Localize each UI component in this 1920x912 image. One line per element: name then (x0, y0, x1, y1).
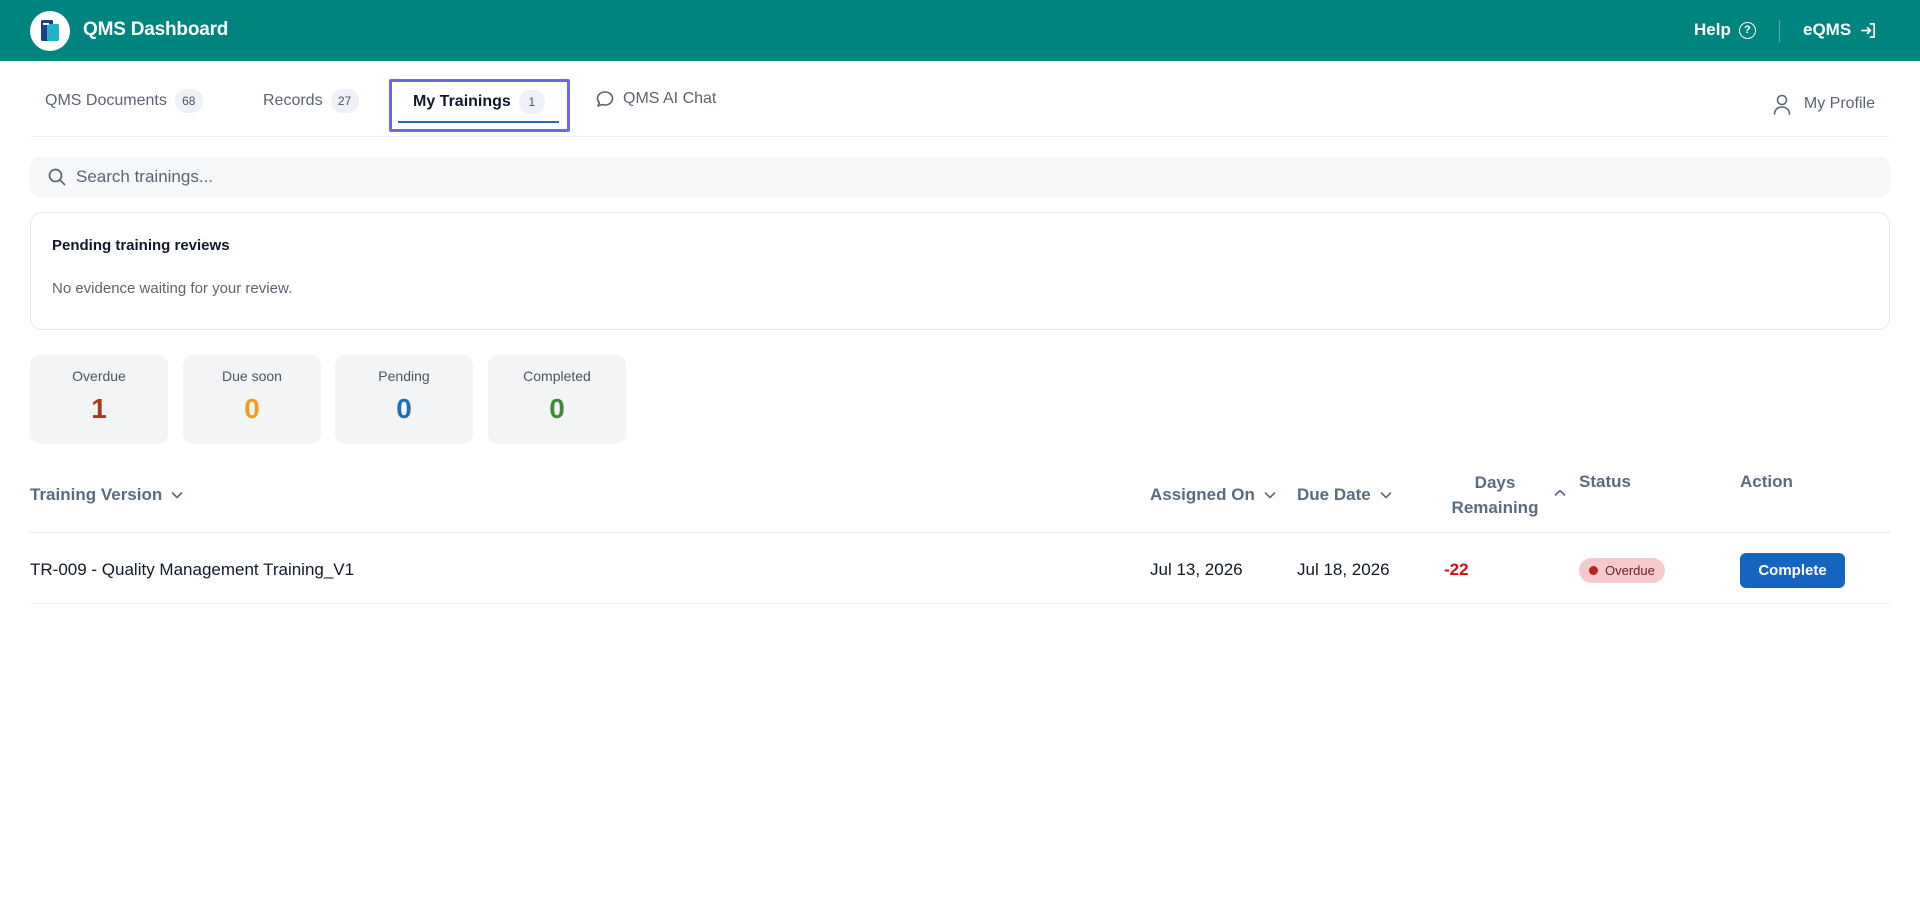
tab-qms-ai-chat[interactable]: QMS AI Chat (595, 89, 716, 109)
complete-button[interactable]: Complete (1740, 553, 1845, 588)
eqms-link[interactable]: eQMS (1803, 20, 1877, 40)
stat-card-due-soon[interactable]: Due soon 0 (183, 355, 321, 444)
stat-value: 0 (549, 393, 565, 424)
stat-card-pending[interactable]: Pending 0 (335, 355, 473, 444)
top-app-bar: QMS Dashboard Help ? eQMS (0, 0, 1920, 61)
help-link[interactable]: Help ? (1694, 20, 1756, 40)
tab-my-trainings[interactable]: My Trainings 1 (389, 79, 570, 132)
cell-assigned-on: Jul 13, 2026 (1150, 560, 1243, 579)
stat-value: 1 (91, 393, 107, 424)
search-bar (30, 157, 1890, 197)
tab-label: QMS Documents (45, 92, 167, 109)
column-header-label-line1: Days (1474, 473, 1516, 492)
column-header-label: Assigned On (1150, 485, 1255, 504)
cell-due-date: Jul 18, 2026 (1297, 560, 1390, 579)
tab-count-badge: 1 (518, 90, 545, 114)
column-header-label: Training Version (30, 485, 163, 504)
chevron-down-icon (1264, 492, 1276, 499)
profile-label: My Profile (1803, 95, 1875, 112)
tab-count-badge: 27 (330, 89, 359, 113)
column-header-training-version[interactable]: Training Version (30, 485, 184, 505)
stat-label: Pending (378, 368, 430, 384)
search-input[interactable] (76, 167, 676, 187)
stat-card-completed[interactable]: Completed 0 (488, 355, 626, 444)
tab-label: Records (263, 92, 323, 109)
table-header-divider (30, 532, 1891, 533)
header-divider (1779, 20, 1780, 42)
column-header-due-date[interactable]: Due Date (1297, 485, 1393, 505)
pending-reviews-title: Pending training reviews (52, 237, 230, 254)
stat-value: 0 (396, 393, 412, 424)
chevron-down-icon (1380, 492, 1391, 499)
tab-qms-documents[interactable]: QMS Documents 68 (45, 89, 203, 113)
active-tab-indicator (398, 121, 559, 123)
chat-bubble-icon (596, 91, 614, 107)
app-logo[interactable] (30, 11, 70, 51)
status-badge: Overdue (1579, 558, 1665, 583)
tab-label: QMS AI Chat (623, 90, 717, 107)
help-label: Help (1694, 20, 1731, 39)
app-title: QMS Dashboard (83, 19, 229, 40)
chevron-down-icon (171, 492, 183, 499)
stat-card-overdue[interactable]: Overdue 1 (30, 355, 168, 444)
tab-count-badge: 68 (174, 89, 203, 113)
column-header-status: Status (1579, 472, 1631, 491)
question-circle-icon: ? (1738, 21, 1756, 39)
column-header-label: Due Date (1297, 485, 1371, 504)
stat-label: Completed (523, 368, 591, 384)
pending-reviews-card: Pending training reviews No evidence wai… (30, 212, 1890, 330)
stat-value: 0 (244, 393, 260, 424)
stat-label: Overdue (72, 368, 126, 384)
tab-records[interactable]: Records 27 (263, 89, 359, 113)
column-header-assigned-on[interactable]: Assigned On (1150, 485, 1277, 505)
table-row-divider (30, 603, 1891, 604)
my-profile-link[interactable]: My Profile (1772, 93, 1875, 115)
tab-label: My Trainings (413, 93, 511, 110)
search-icon (48, 168, 66, 186)
cell-days-remaining: -22 (1444, 560, 1469, 579)
status-badge-label: Overdue (1605, 563, 1655, 578)
user-icon (1773, 94, 1791, 115)
pending-reviews-message: No evidence waiting for your review. (52, 280, 293, 297)
cell-training-version[interactable]: TR-009 - Quality Management Training_V1 (30, 560, 354, 580)
sign-in-icon (1861, 22, 1876, 38)
chevron-up-icon[interactable] (1553, 486, 1567, 500)
logo-icon (41, 20, 59, 41)
column-header-label-line2: Remaining (1451, 498, 1539, 517)
column-header-days-remaining[interactable]: Days Remaining (1430, 470, 1560, 520)
stat-label: Due soon (222, 368, 282, 384)
column-header-action: Action (1740, 472, 1793, 491)
main-tabs: QMS Documents 68 Records 27 My Trainings… (30, 75, 1890, 137)
status-dot-icon (1589, 566, 1598, 575)
eqms-label: eQMS (1803, 20, 1852, 39)
